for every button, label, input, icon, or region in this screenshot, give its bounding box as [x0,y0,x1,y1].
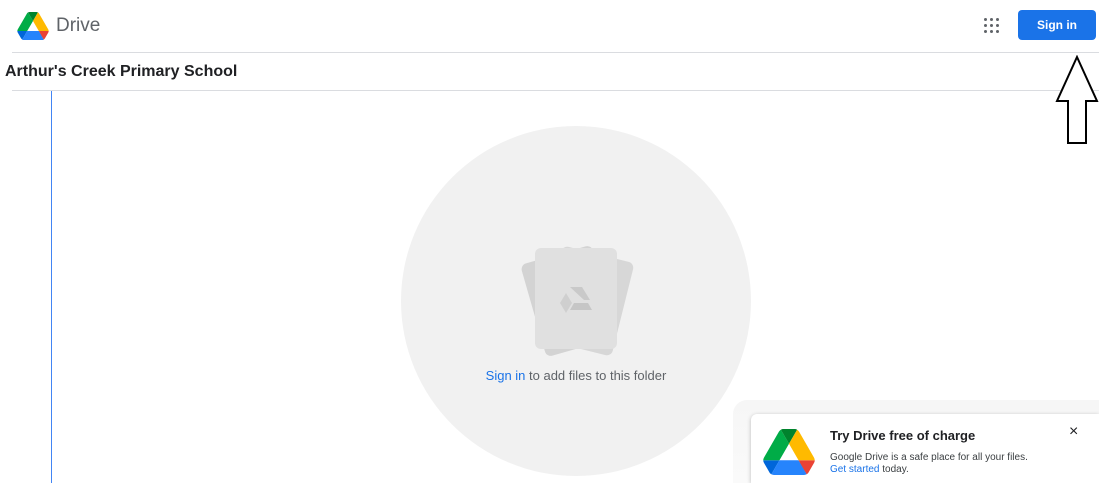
promo-body-text: Google Drive is a safe place for all you… [830,452,1028,463]
promo-link-suffix: today. [879,464,909,475]
get-started-link[interactable]: Get started [830,464,879,475]
content-left-border [51,91,52,483]
apps-grid-icon[interactable] [980,13,1004,37]
empty-state-message: Sign in to add files to this folder [401,368,751,383]
top-header: Drive Sign in [0,0,1099,52]
promo-body: Google Drive is a safe place for all you… [830,452,1028,476]
header-divider [12,52,1099,53]
empty-state-sign-in-link[interactable]: Sign in [486,368,526,383]
drive-brand-label[interactable]: Drive [56,15,100,37]
promo-card: Try Drive free of charge Google Drive is… [751,414,1099,483]
promo-title: Try Drive free of charge [830,428,976,443]
drive-logo-icon [763,429,815,475]
title-divider [12,90,1099,91]
empty-folder-docs-icon [521,246,634,356]
drive-logo-icon[interactable] [17,12,49,40]
up-arrow-annotation-icon [1055,55,1099,144]
empty-state-message-text: to add files to this folder [525,368,667,383]
folder-title: Arthur's Creek Primary School [5,63,238,80]
sign-in-button[interactable]: Sign in [1018,10,1096,40]
close-icon[interactable]: × [1069,424,1078,440]
